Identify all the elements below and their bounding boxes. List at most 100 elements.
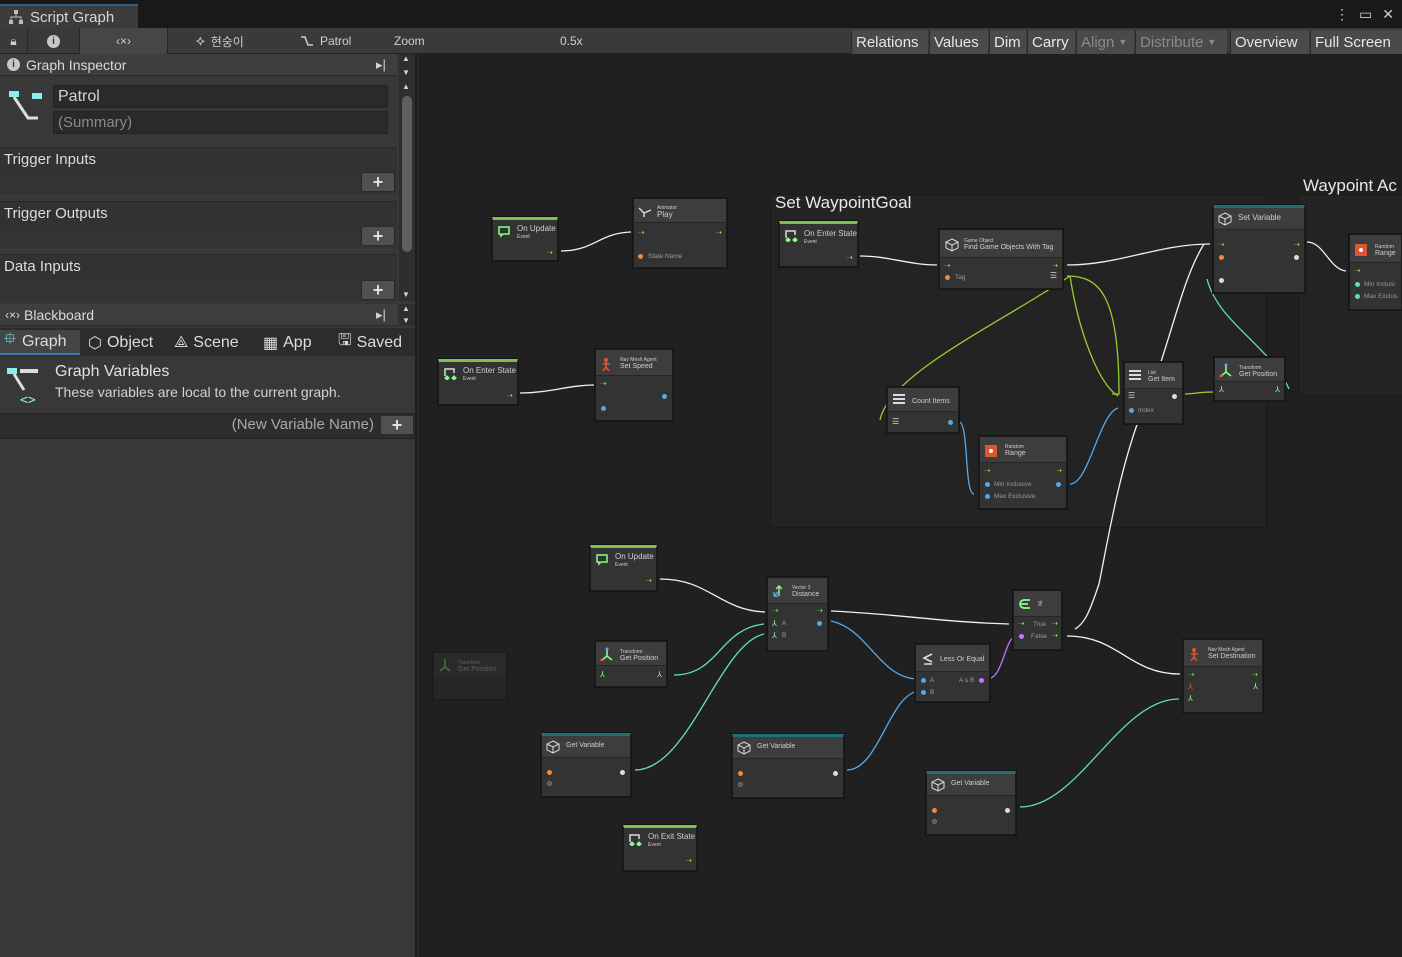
bool-port[interactable] xyxy=(1019,634,1024,639)
node-get-variable-3[interactable]: Get Variable xyxy=(926,771,1016,835)
control-in-port[interactable]: ➝ xyxy=(944,262,951,270)
new-variable-name-input[interactable]: (New Variable Name) xyxy=(150,416,376,436)
control-out-port[interactable]: ➝ xyxy=(685,857,692,865)
float-port[interactable] xyxy=(921,678,926,683)
maximize-icon[interactable]: ▭ xyxy=(1359,6,1372,23)
value-in-port[interactable] xyxy=(1219,278,1224,283)
vector3-out-icon[interactable]: ⅄ xyxy=(1253,682,1258,691)
name-port[interactable] xyxy=(547,770,552,775)
vector3-out-icon[interactable]: ⅄ xyxy=(657,670,662,679)
float-port[interactable] xyxy=(1355,282,1360,287)
script-graph-tab[interactable]: Script Graph xyxy=(0,4,138,28)
values-button[interactable]: Values xyxy=(929,30,988,54)
node-on-exit-state[interactable]: On Exit State Event ➝ xyxy=(623,825,697,871)
breadcrumb-state-graph[interactable]: ⯎ 현숭이 xyxy=(196,28,244,54)
tab-app[interactable]: ▦ App xyxy=(259,330,316,355)
item-out-port[interactable] xyxy=(1172,394,1177,399)
control-out-port[interactable]: ➝ xyxy=(645,577,652,585)
control-in-port[interactable]: ➝ xyxy=(1218,241,1225,249)
object-port[interactable] xyxy=(932,819,937,824)
control-out-port[interactable]: ➝ xyxy=(846,254,853,262)
transform-in-icon[interactable]: ⅄ xyxy=(1219,385,1224,394)
name-port[interactable] xyxy=(738,771,743,776)
int-port[interactable] xyxy=(1129,408,1134,413)
control-in-port[interactable]: ➝ xyxy=(984,467,991,475)
control-out-port[interactable]: ➝ xyxy=(1051,262,1058,270)
list-input-icon[interactable]: ☰ xyxy=(1128,391,1135,400)
scroll-up-icon[interactable]: ▲ xyxy=(402,304,410,313)
control-out-port[interactable]: ➝ xyxy=(1293,241,1300,249)
node-less-or-equal[interactable]: Less Or Equal A A ≤ B B xyxy=(915,644,990,702)
more-menu-icon[interactable]: ⋮ xyxy=(1335,6,1349,23)
relations-button[interactable]: Relations xyxy=(851,30,928,54)
carry-button[interactable]: Carry xyxy=(1027,30,1075,54)
value-out-port[interactable] xyxy=(1005,808,1010,813)
add-trigger-input-button[interactable]: + xyxy=(361,172,395,192)
string-port[interactable] xyxy=(945,275,950,280)
control-in-port[interactable]: ➝ xyxy=(1354,267,1361,275)
node-random-range-right[interactable]: Random Range ➝ Min Inclusi Max Exclus xyxy=(1349,234,1402,310)
summary-field[interactable]: (Summary) xyxy=(53,111,388,134)
vector3-in-icon[interactable]: ⅄ xyxy=(1188,682,1193,691)
control-out-port[interactable]: ➝ xyxy=(546,249,553,257)
list-output-icon[interactable]: ☰ xyxy=(1050,271,1057,280)
list-input-icon[interactable]: ☰ xyxy=(892,417,899,426)
breadcrumb-patrol[interactable]: Patrol xyxy=(300,28,351,54)
tab-graph[interactable]: ⯐ Graph xyxy=(0,330,80,355)
add-variable-button[interactable]: + xyxy=(380,415,414,435)
node-if[interactable]: If ➝ True ➝ False ➝ xyxy=(1013,590,1062,650)
node-on-enter-state[interactable]: On Enter State Event ➝ xyxy=(779,221,858,267)
graph-title-field[interactable]: Patrol xyxy=(53,85,388,108)
node-find-game-objects-with-tag[interactable]: Game Object Find Game Objects With Tag ➝… xyxy=(939,229,1063,289)
float-port[interactable] xyxy=(921,690,926,695)
control-in-port[interactable]: ➝ xyxy=(1188,671,1195,679)
inspector-scrollbar[interactable]: ▲ ▼ ▲ ▼ xyxy=(399,54,415,301)
add-trigger-output-button[interactable]: + xyxy=(361,226,395,246)
control-out-port[interactable]: ➝ xyxy=(816,607,823,615)
node-get-variable-2[interactable]: Get Variable xyxy=(732,734,844,798)
scroll-down-icon[interactable]: ▼ xyxy=(402,290,410,299)
value-out-port[interactable] xyxy=(620,770,625,775)
scroll-up-icon[interactable]: ▲ xyxy=(402,54,410,63)
false-out-port[interactable]: ➝ xyxy=(1051,632,1058,640)
close-icon[interactable]: ✕ xyxy=(1382,6,1394,23)
float-port[interactable] xyxy=(1355,294,1360,299)
control-in-port[interactable]: ➝ xyxy=(1018,620,1025,628)
dock-right-icon[interactable]: ▸| xyxy=(376,57,386,73)
tab-scene[interactable]: ⟁ Scene xyxy=(170,330,243,355)
control-out-port[interactable]: ➝ xyxy=(1251,671,1258,679)
value-out-port[interactable] xyxy=(1294,255,1299,260)
control-out-port[interactable]: ➝ xyxy=(506,392,513,400)
float-out-port[interactable] xyxy=(817,621,822,626)
object-port[interactable] xyxy=(738,782,743,787)
control-out-port[interactable]: ➝ xyxy=(715,229,722,237)
full-screen-button[interactable]: Full Screen xyxy=(1310,30,1402,54)
transform-in-icon[interactable]: ⅄ xyxy=(600,670,605,679)
string-port[interactable] xyxy=(638,254,643,259)
blackboard-scrollbar[interactable]: ▲ ▼ xyxy=(399,304,415,326)
graph-canvas[interactable]: Set WaypointGoal Waypoint Ac On Update E… xyxy=(419,54,1402,957)
scroll-down-icon[interactable]: ▼ xyxy=(402,68,410,77)
bool-out-port[interactable] xyxy=(979,678,984,683)
float-port[interactable] xyxy=(662,394,667,399)
control-in-port[interactable]: ➝ xyxy=(772,607,779,615)
node-animator-play[interactable]: Animator Play ➝ ➝ State Name xyxy=(633,198,727,268)
info-toggle-button[interactable]: i xyxy=(28,28,80,54)
tab-saved[interactable]: 🖫︎ Saved xyxy=(334,330,406,355)
node-count-items[interactable]: Count Items ☰ xyxy=(887,387,959,433)
align-dropdown[interactable]: Align ▼ xyxy=(1076,30,1134,54)
int-port[interactable] xyxy=(985,494,990,499)
node-transform-get-position[interactable]: Transform Get Position ⅄ ⅄ xyxy=(1214,357,1285,401)
inspector-scroll-thumb[interactable] xyxy=(402,96,412,252)
control-in-port[interactable]: ➝ xyxy=(600,380,607,388)
int-out-port[interactable] xyxy=(948,420,953,425)
scroll-down-icon[interactable]: ▼ xyxy=(402,316,410,325)
node-list-get-item[interactable]: List Get Item ☰ Index xyxy=(1124,362,1183,424)
distribute-dropdown[interactable]: Distribute ▼ xyxy=(1135,30,1227,54)
node-on-enter-state-2[interactable]: On Enter State Event ➝ xyxy=(438,359,518,405)
node-transform-get-position-2[interactable]: Transform Get Position ⅄ ⅄ xyxy=(595,641,667,687)
node-get-variable-1[interactable]: Get Variable xyxy=(541,733,631,797)
dock-right-icon[interactable]: ▸| xyxy=(376,307,386,323)
vector3-out-icon[interactable]: ⅄ xyxy=(1275,385,1280,394)
dim-button[interactable]: Dim xyxy=(989,30,1026,54)
